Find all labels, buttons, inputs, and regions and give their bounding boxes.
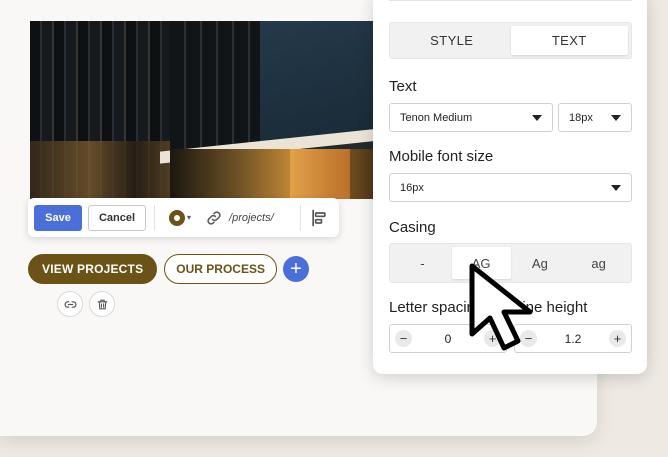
hero-building-image[interactable] (30, 21, 400, 199)
chevron-down-icon: ▾ (187, 213, 192, 222)
casing-label: Casing (389, 219, 436, 236)
mobile-font-size-value: 16px (400, 181, 424, 194)
font-size-value: 18px (569, 111, 593, 124)
font-size-select[interactable]: 18px (558, 103, 632, 132)
text-section-label: Text (389, 78, 417, 95)
letter-spacing-value[interactable]: 0 (412, 332, 484, 346)
toolbar-divider (154, 204, 155, 231)
mobile-font-size-select[interactable]: 16px (389, 173, 632, 202)
image-building-lit-floor (170, 149, 400, 199)
font-family-select[interactable]: Tenon Medium (389, 103, 553, 132)
cta-button-row: VIEW PROJECTS OUR PROCESS + (28, 254, 309, 284)
text-settings-panel: STYLE TEXT Text Tenon Medium 18px Mobile… (373, 0, 647, 374)
letter-spacing-label: Letter spacing (389, 299, 484, 316)
our-process-button[interactable]: OUR PROCESS (164, 254, 277, 284)
button-edit-toolbar: Save Cancel ▾ /projects/ (28, 198, 339, 237)
link-url-text[interactable]: /projects/ (229, 212, 274, 224)
save-button[interactable]: Save (34, 204, 82, 231)
panel-divider (389, 0, 632, 1)
align-left-icon[interactable] (309, 208, 329, 228)
tab-style[interactable]: STYLE (393, 26, 511, 55)
casing-selector: - AG Ag ag (389, 243, 632, 283)
link-icon (64, 300, 76, 308)
letter-spacing-stepper[interactable]: − 0 + (389, 324, 507, 353)
line-height-label: Line height (514, 299, 588, 316)
link-button[interactable] (57, 291, 83, 317)
delete-button[interactable] (89, 291, 115, 317)
tab-text[interactable]: TEXT (510, 26, 628, 55)
decrement-button[interactable]: − (395, 330, 412, 347)
button-mini-actions (57, 291, 121, 317)
chevron-down-icon (532, 114, 542, 121)
image-building-left (30, 21, 180, 199)
chevron-down-icon (611, 114, 621, 121)
add-button[interactable]: + (282, 256, 309, 282)
trash-icon (97, 299, 107, 309)
toolbar-divider (300, 204, 301, 231)
style-text-tabs: STYLE TEXT (389, 22, 632, 59)
line-height-value[interactable]: 1.2 (537, 332, 609, 346)
font-family-value: Tenon Medium (400, 111, 473, 124)
cancel-button[interactable]: Cancel (88, 204, 146, 231)
casing-uppercase-option[interactable]: AG (451, 247, 511, 279)
decrement-button[interactable]: − (520, 330, 537, 347)
line-height-stepper[interactable]: − 1.2 + (514, 324, 632, 353)
button-color-picker[interactable]: ▾ (169, 209, 192, 226)
view-projects-button[interactable]: VIEW PROJECTS (28, 254, 158, 284)
increment-button[interactable]: + (484, 330, 501, 347)
casing-lowercase-option[interactable]: ag (569, 247, 628, 279)
color-swatch-icon (169, 209, 185, 226)
casing-none-option[interactable]: - (393, 247, 452, 279)
casing-capitalize-option[interactable]: Ag (511, 247, 570, 279)
chevron-down-icon (611, 184, 621, 191)
link-icon[interactable] (205, 209, 223, 227)
mobile-font-size-label: Mobile font size (389, 148, 494, 165)
increment-button[interactable]: + (609, 330, 626, 347)
